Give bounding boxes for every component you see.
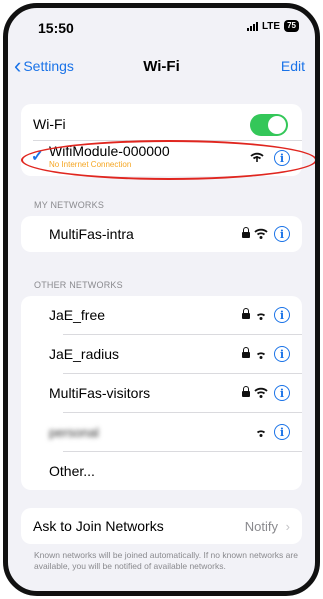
annotation-highlight	[21, 140, 315, 180]
network-row[interactable]: MultiFas-intra i	[21, 216, 302, 252]
wifi-signal-icon	[254, 228, 268, 239]
network-name: JaE_free	[49, 307, 106, 323]
network-name: MultiFas-visitors	[49, 385, 151, 401]
lock-icon	[242, 347, 250, 358]
carrier-label: LTE	[261, 20, 281, 32]
network-row[interactable]: JaE_radius i	[21, 335, 302, 373]
network-name: MultiFas-intra	[49, 226, 134, 242]
edit-button[interactable]: Edit	[281, 58, 305, 74]
info-icon[interactable]: i	[274, 385, 290, 401]
network-name: JaE_radius	[49, 346, 120, 362]
status-indicators: LTE 75	[246, 20, 299, 32]
ask-to-join-footnote: Known networks will be joined automatica…	[34, 550, 298, 571]
info-icon[interactable]: i	[274, 226, 290, 242]
signal-icon	[246, 21, 258, 31]
lock-icon	[242, 308, 250, 319]
blurred-network-name: personal	[49, 424, 99, 440]
other-networks-group: JaE_free i JaE_radius i MultiFas-visitor…	[21, 296, 302, 490]
chevron-right-icon: ›	[285, 518, 290, 534]
wifi-signal-icon	[256, 313, 266, 320]
navigation-bar: ‹ Settings Wi-Fi Edit	[8, 54, 315, 80]
info-icon[interactable]: i	[274, 307, 290, 323]
page-title: Wi-Fi	[143, 58, 180, 75]
ask-to-join-row[interactable]: Ask to Join Networks Notify ›	[21, 508, 302, 544]
phone-frame: 15:50 LTE 75 ‹ Settings Wi-Fi Edit Wi-Fi…	[3, 3, 320, 596]
battery-icon: 75	[284, 20, 299, 32]
other-networks-header: OTHER NETWORKS	[34, 280, 123, 290]
wifi-toggle-label: Wi-Fi	[33, 116, 66, 132]
ask-to-join-label: Ask to Join Networks	[33, 518, 164, 534]
info-icon[interactable]: i	[274, 346, 290, 362]
lock-icon	[242, 386, 250, 397]
status-bar: 15:50 LTE 75	[8, 8, 315, 46]
wifi-signal-icon	[256, 430, 266, 437]
status-time: 15:50	[38, 20, 74, 36]
my-networks-header: MY NETWORKS	[34, 200, 105, 210]
other-network-row[interactable]: Other...	[21, 452, 302, 490]
lock-icon	[242, 227, 250, 238]
ask-to-join-value: Notify ›	[245, 519, 290, 534]
wifi-signal-icon	[256, 352, 266, 359]
wifi-signal-icon	[254, 387, 268, 398]
network-row[interactable]: JaE_free i	[21, 296, 302, 334]
info-icon[interactable]: i	[274, 424, 290, 440]
network-row[interactable]: personal i	[21, 413, 302, 451]
network-row[interactable]: MultiFas-visitors i	[21, 374, 302, 412]
wifi-toggle[interactable]	[250, 114, 288, 136]
ask-to-join-group: Ask to Join Networks Notify ›	[21, 508, 302, 544]
my-networks-group: MultiFas-intra i	[21, 216, 302, 252]
other-network-label: Other...	[49, 463, 95, 479]
ask-to-join-value-text: Notify	[244, 518, 279, 534]
